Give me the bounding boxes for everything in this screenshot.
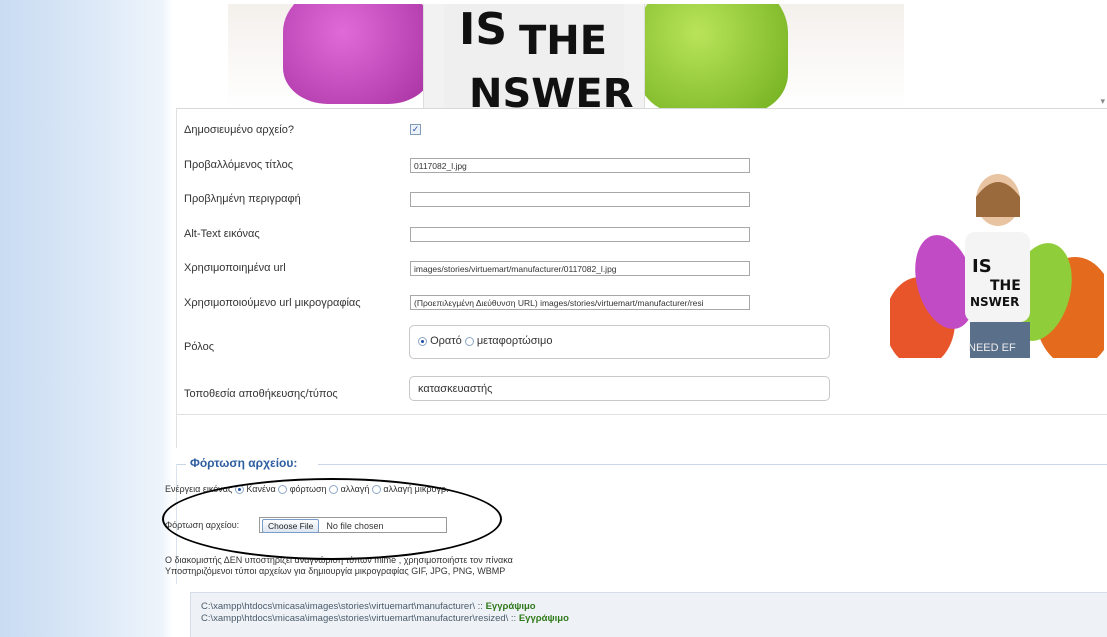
preview-photo-icon: IS THE NSWER: [890, 172, 1104, 358]
sidebar-edge: [162, 0, 172, 637]
published-label: Δημοσιευμένο αρχείο?: [184, 124, 294, 136]
directory-status-panel: C:\xampp\htdocs\micasa\images\stories\vi…: [190, 592, 1107, 637]
path-1-writable: Εγγράψιμο: [485, 601, 536, 612]
form-frame-bottom: [176, 414, 1107, 415]
form-frame-top: [176, 108, 1107, 109]
svg-text:NSWER: NSWER: [970, 295, 1019, 309]
path-line-1: C:\xampp\htdocs\micasa\images\stories\vi…: [201, 601, 536, 612]
thumb-url-input[interactable]: (Προεπιλεγμένη Διεύθυνση URL) images/sto…: [410, 295, 750, 310]
role-radio-group: Ορατό μεταφορτώσιμο: [409, 325, 830, 359]
role-downloadable-radio[interactable]: [464, 336, 474, 346]
upload-legend: Φόρτωση αρχείου:: [190, 456, 298, 470]
highlight-ellipse: [162, 478, 502, 560]
banner-image: IS THE NSWER: [228, 4, 904, 108]
description-label: Προβλημένη περιγραφή: [184, 193, 301, 205]
role-downloadable-label: μεταφορτώσιμο: [476, 335, 553, 348]
role-label: Ρόλος: [184, 341, 214, 353]
svg-text:IS: IS: [972, 256, 992, 277]
scroll-indicator-icon[interactable]: ▾: [1100, 96, 1105, 107]
svg-text:IS: IS: [459, 4, 507, 55]
left-sidebar-background: [0, 0, 162, 637]
shirt-graphic: IS THE NSWER: [423, 4, 645, 108]
upload-rule-left: [176, 464, 186, 465]
green-pillow: [638, 4, 788, 108]
preview-watermark: NEED EF: [968, 342, 1016, 354]
storage-select[interactable]: κατασκευαστής: [409, 376, 830, 401]
thumb-url-label: Χρησιμοποιούμενο url μικρογραφίας: [184, 297, 361, 309]
svg-text:THE: THE: [519, 18, 607, 64]
alt-text-input[interactable]: [410, 227, 750, 242]
path-2-text: C:\xampp\htdocs\micasa\images\stories\vi…: [201, 613, 517, 624]
published-checkbox[interactable]: ✓: [410, 124, 421, 135]
upload-rule: [318, 464, 1107, 465]
role-visible-radio[interactable]: [418, 336, 427, 346]
preview-image: IS THE NSWER NEED EF: [890, 172, 1104, 358]
pink-pillow: [283, 4, 433, 104]
svg-text:THE: THE: [990, 278, 1021, 294]
supported-types-note: Υποστηριζόμενοι τύποι αρχείων για δημιου…: [165, 566, 506, 576]
title-label: Προβαλλόμενος τίτλος: [184, 159, 294, 171]
svg-text:NSWER: NSWER: [469, 71, 634, 108]
shirt-print-icon: IS THE NSWER: [444, 4, 634, 108]
title-input[interactable]: 0117082_l.jpg: [410, 158, 750, 173]
storage-label: Τοποθεσία αποθήκευσης/τύπος: [184, 388, 338, 400]
form-frame-left: [176, 108, 177, 448]
url-label: Χρησιμοποιημένα url: [184, 262, 286, 274]
description-input[interactable]: [410, 192, 750, 207]
alt-text-label: Alt-Text εικόνας: [184, 228, 260, 240]
path-line-2: C:\xampp\htdocs\micasa\images\stories\vi…: [201, 613, 569, 624]
role-visible-label: Ορατό: [430, 335, 462, 348]
url-input[interactable]: images/stories/virtuemart/manufacturer/0…: [410, 261, 750, 276]
path-2-writable: Εγγράψιμο: [518, 613, 569, 624]
path-1-text: C:\xampp\htdocs\micasa\images\stories\vi…: [201, 601, 483, 612]
